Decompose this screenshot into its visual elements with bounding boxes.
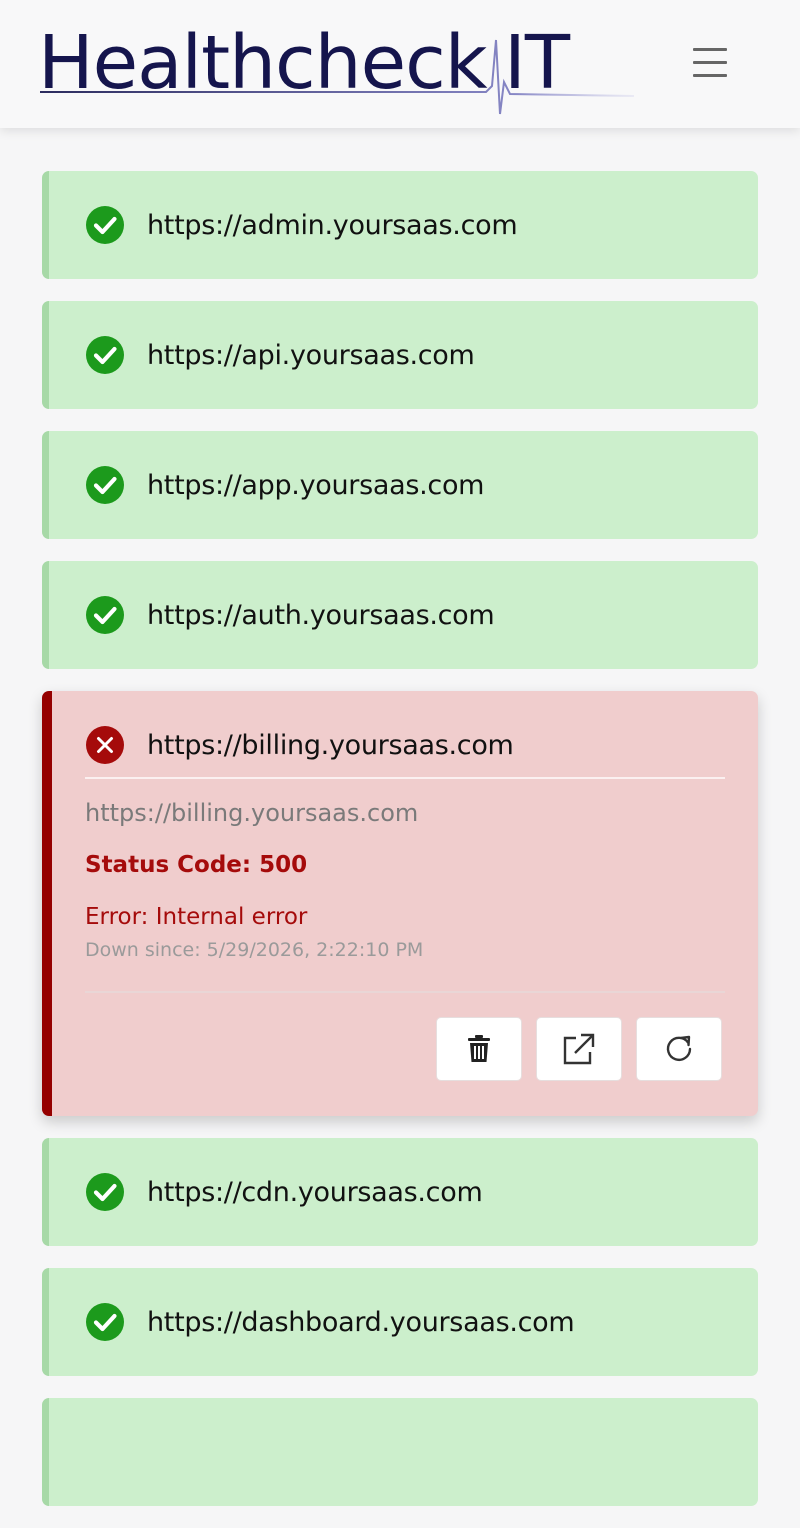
healthcheck-it-logo[interactable]: Healthcheck IT — [34, 18, 634, 118]
service-card-app[interactable]: https://app.yoursaas.com — [42, 431, 758, 539]
error-message: Error: Internal error — [85, 904, 308, 930]
divider — [85, 991, 725, 993]
detail-url: https://billing.yoursaas.com — [85, 799, 419, 827]
check-circle-icon — [86, 1173, 124, 1211]
service-url: https://cdn.yoursaas.com — [147, 1176, 483, 1208]
service-url: https://api.yoursaas.com — [147, 339, 475, 371]
external-link-icon — [563, 1033, 595, 1065]
trash-icon — [468, 1035, 490, 1062]
service-url: https://app.yoursaas.com — [147, 469, 485, 501]
check-circle-icon — [86, 336, 124, 374]
delete-button[interactable] — [436, 1017, 522, 1081]
service-card-auth[interactable]: https://auth.yoursaas.com — [42, 561, 758, 669]
refresh-icon — [666, 1035, 692, 1061]
open-external-button[interactable] — [536, 1017, 622, 1081]
service-card-partial[interactable] — [42, 1398, 758, 1506]
service-url: https://admin.yoursaas.com — [147, 209, 518, 241]
hamburger-menu-icon[interactable] — [690, 44, 732, 82]
action-buttons — [436, 1017, 722, 1081]
service-list: https://admin.yoursaas.com https://api.y… — [42, 171, 758, 1528]
check-circle-icon — [86, 466, 124, 504]
service-card-admin[interactable]: https://admin.yoursaas.com — [42, 171, 758, 279]
error-circle-icon — [86, 726, 124, 764]
service-card-billing-expanded[interactable]: https://billing.yoursaas.com https://bil… — [42, 691, 758, 1116]
down-since-timestamp: Down since: 5/29/2026, 2:22:10 PM — [85, 939, 424, 961]
service-url: https://dashboard.yoursaas.com — [147, 1306, 575, 1338]
check-circle-icon — [86, 206, 124, 244]
service-card-dashboard[interactable]: https://dashboard.yoursaas.com — [42, 1268, 758, 1376]
status-code: Status Code: 500 — [85, 852, 308, 878]
service-card-cdn[interactable]: https://cdn.yoursaas.com — [42, 1138, 758, 1246]
check-circle-icon — [86, 1303, 124, 1341]
refresh-button[interactable] — [636, 1017, 722, 1081]
app-header: Healthcheck IT — [0, 0, 800, 128]
service-url: https://auth.yoursaas.com — [147, 599, 495, 631]
service-url: https://billing.yoursaas.com — [147, 729, 514, 761]
logo-text-healthcheck: Healthcheck — [38, 20, 488, 106]
divider — [85, 777, 725, 779]
check-circle-icon — [86, 596, 124, 634]
service-card-api[interactable]: https://api.yoursaas.com — [42, 301, 758, 409]
